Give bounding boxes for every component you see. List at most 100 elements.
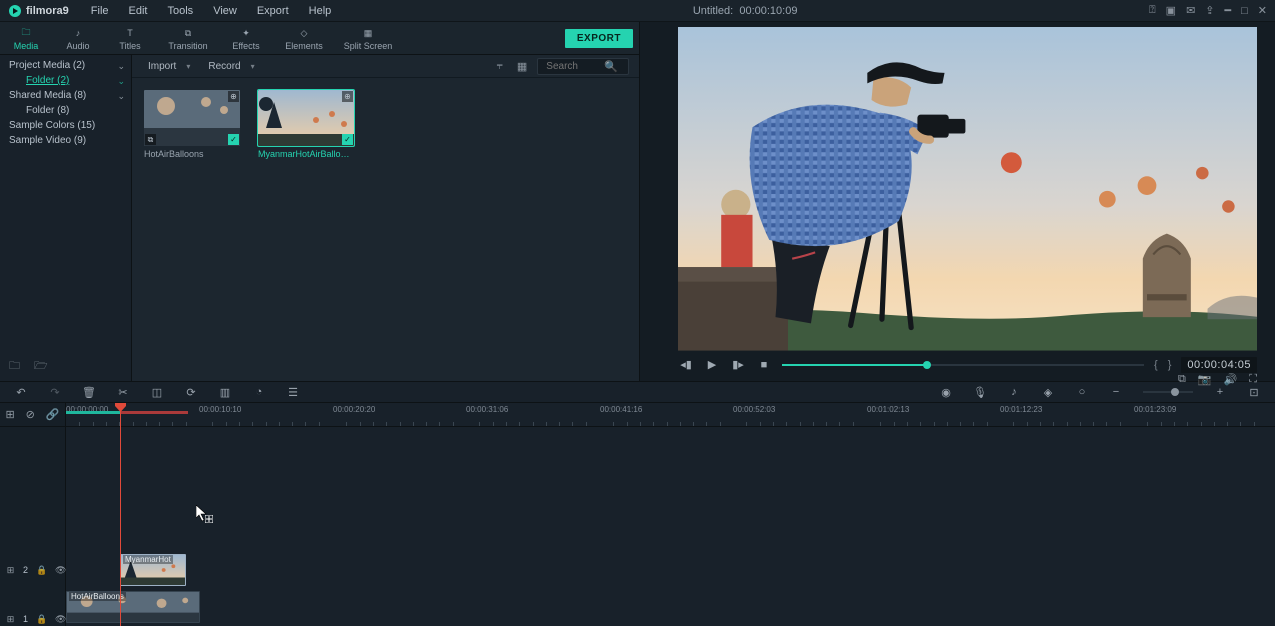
media-toolbar: Import▾ Record▾ ⫧ ▦ 🔍 [132, 55, 639, 78]
grid-view-icon[interactable]: ▦ [517, 60, 527, 73]
stop-button[interactable]: ■ [756, 357, 772, 373]
tree-folder-2[interactable]: Folder (2)⌄ [0, 73, 131, 88]
green-screen-button[interactable]: ◔ [252, 386, 266, 398]
menu-export[interactable]: Export [247, 2, 299, 20]
search-input[interactable] [544, 60, 594, 73]
ruler-tick: 00:00:20:20 [333, 405, 375, 414]
user-icon[interactable]: ⍰ [1149, 4, 1156, 17]
eye-icon[interactable]: 👁 [55, 565, 66, 576]
chevron-down-icon: ▾ [251, 62, 255, 71]
tree-folder-8[interactable]: Folder (8) [0, 103, 131, 118]
tab-audio[interactable]: ♪Audio [52, 22, 104, 55]
delete-button[interactable]: 🗑 [82, 386, 96, 399]
add-icon[interactable]: ⊕ [342, 91, 353, 102]
close-icon[interactable]: ✕ [1258, 4, 1267, 17]
add-icon[interactable]: ⊕ [228, 91, 239, 102]
render-button[interactable]: ◉ [939, 386, 953, 399]
record-button[interactable]: ○ [1075, 386, 1089, 398]
color-button[interactable]: ▥ [218, 386, 232, 399]
filter-icon[interactable]: ⫧ [497, 60, 503, 73]
new-folder-plus-icon[interactable]: 🗁 [34, 357, 48, 376]
volume-icon[interactable]: 🔊 [1224, 373, 1238, 386]
in-out-region [66, 411, 120, 414]
search-field[interactable]: 🔍 [537, 58, 629, 75]
tree-sample-colors[interactable]: Sample Colors (15) [0, 118, 131, 133]
timeline-settings-icon[interactable]: ⊞ [5, 408, 14, 421]
ruler-tick: 00:00:41:16 [600, 405, 642, 414]
timeline-clip-myanmar[interactable]: MyanmarHot [120, 554, 186, 586]
lock-icon[interactable]: 🔒 [36, 614, 47, 625]
tree-project-media[interactable]: Project Media (2)⌄ [0, 58, 131, 73]
ruler-tick: 00:00:10:10 [199, 405, 241, 414]
track-header-2[interactable]: ⊞ 2 🔒 👁 [0, 554, 66, 586]
timeline-clip-hotairballoons[interactable]: HotAirBalloons [66, 591, 200, 623]
tab-effects[interactable]: ✦Effects [220, 22, 272, 55]
track-number: 2 [23, 565, 28, 575]
marker-button[interactable]: ◈ [1041, 386, 1055, 399]
tab-media[interactable]: 🗀Media [0, 22, 52, 55]
mark-in-button[interactable]: { [1154, 359, 1158, 371]
tree-sample-video[interactable]: Sample Video (9) [0, 133, 131, 148]
import-dropdown[interactable]: Import▾ [142, 59, 196, 74]
timeline-body[interactable]: 00:00:00:0000:00:10:1000:00:20:2000:00:3… [66, 403, 1275, 626]
playhead[interactable] [120, 403, 121, 626]
menu-tools[interactable]: Tools [158, 2, 204, 20]
link-icon[interactable]: 🔗 [46, 408, 60, 421]
preview-duration: 00:00:04:05 [1181, 357, 1257, 373]
speed-button[interactable]: ⟳ [184, 386, 198, 399]
menubar: filmora9 File Edit Tools View Export Hel… [0, 0, 1275, 22]
video-track-icon: ⊞ [6, 565, 15, 576]
record-dropdown[interactable]: Record▾ [202, 59, 260, 74]
save-icon[interactable]: ▣ [1166, 4, 1176, 17]
next-frame-button[interactable]: ▮▸ [730, 357, 746, 373]
zoom-out-button[interactable]: − [1109, 386, 1123, 398]
media-clip-hotairballoons[interactable]: ⊕ ⧉ ✓ HotAirBalloons [144, 90, 240, 159]
tab-titles[interactable]: TTitles [104, 22, 156, 55]
tree-shared-media[interactable]: Shared Media (8)⌄ [0, 88, 131, 103]
crop-button[interactable]: ◫ [150, 386, 164, 399]
adjust-button[interactable]: ☰ [286, 386, 300, 399]
preview-progress[interactable] [782, 364, 1144, 366]
snapshot-icon[interactable]: 📷 [1198, 373, 1212, 386]
voiceover-button[interactable]: 🎙 [973, 386, 987, 399]
fullscreen-icon[interactable]: ⛶ [1249, 373, 1257, 386]
maximize-icon[interactable]: □ [1241, 5, 1248, 17]
undo-button[interactable]: ↶ [14, 386, 28, 399]
prev-frame-button[interactable]: ◂▮ [678, 357, 694, 373]
new-folder-icon[interactable]: 🗀 [9, 357, 20, 376]
mark-out-button[interactable]: } [1168, 359, 1172, 371]
folder-icon: 🗀 [21, 26, 30, 40]
minimize-icon[interactable]: ━ [1225, 4, 1232, 17]
mixer-button[interactable]: ♪ [1007, 386, 1021, 398]
pin-icon[interactable]: ⇪ [1205, 4, 1214, 17]
lock-icon[interactable]: 🔒 [36, 565, 47, 576]
preview-viewport[interactable] [678, 27, 1257, 351]
chevron-down-icon: ⌄ [117, 61, 125, 72]
zoom-slider[interactable] [1143, 391, 1193, 393]
menu-edit[interactable]: Edit [119, 2, 158, 20]
clip-info-icon[interactable]: ⧉ [145, 134, 156, 145]
track-header-1[interactable]: ⊞ 1 🔒 👁 [0, 603, 66, 626]
media-clip-myanmar[interactable]: ⊕ ✓ MyanmarHotAirBalloons5 [258, 90, 354, 159]
export-button[interactable]: EXPORT [565, 29, 633, 48]
mail-icon[interactable]: ✉ [1186, 4, 1195, 17]
check-icon: ✓ [342, 134, 353, 145]
media-browser: Import▾ Record▾ ⫧ ▦ 🔍 ⊕ ⧉ [132, 55, 639, 381]
eye-icon[interactable]: 👁 [55, 614, 66, 625]
timeline-track-headers: ⊞ ⊘ 🔗 ⊞ 2 🔒 👁 ⊞ 1 🔒 👁 [0, 403, 66, 626]
menu-view[interactable]: View [203, 2, 247, 20]
redo-button[interactable]: ↷ [48, 386, 62, 399]
quality-icon[interactable]: ⧉ [1178, 373, 1186, 386]
tab-splitscreen[interactable]: ▦Split Screen [336, 22, 400, 55]
split-button[interactable]: ✂ [116, 386, 130, 399]
tab-elements[interactable]: ◇Elements [272, 22, 336, 55]
play-button[interactable]: ▶ [704, 357, 720, 373]
search-icon[interactable]: 🔍 [604, 60, 618, 73]
timeline-ruler[interactable]: 00:00:00:0000:00:10:1000:00:20:2000:00:3… [66, 403, 1275, 427]
zoom-in-button[interactable]: + [1213, 386, 1227, 398]
tab-transition[interactable]: ⧉Transition [156, 22, 220, 55]
menu-help[interactable]: Help [299, 2, 342, 20]
menu-file[interactable]: File [81, 2, 119, 20]
zoom-fit-button[interactable]: ⊡ [1247, 386, 1261, 399]
magnet-icon[interactable]: ⊘ [26, 408, 35, 421]
